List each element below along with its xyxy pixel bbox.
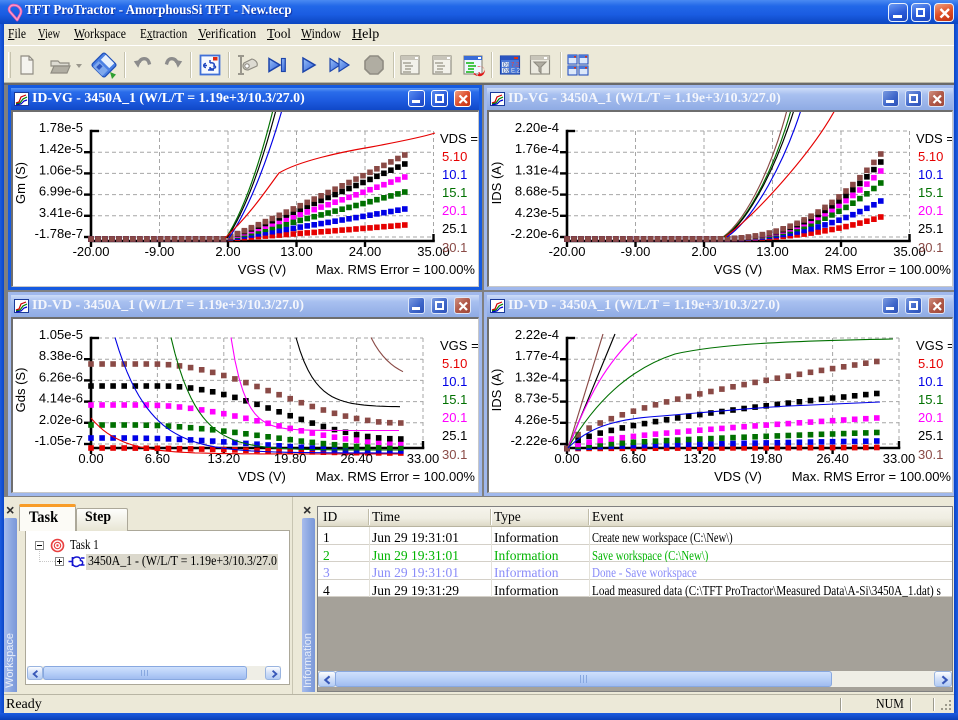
svg-text:8.68e-5: 8.68e-5 bbox=[515, 184, 559, 199]
svg-text:4.14e-6: 4.14e-6 bbox=[39, 391, 83, 406]
svg-text:VDS =: VDS = bbox=[440, 131, 478, 146]
svg-text:-20.00: -20.00 bbox=[549, 244, 586, 259]
svg-text:5.10: 5.10 bbox=[442, 149, 467, 164]
svg-text:Max. RMS Error = 100.00%: Max. RMS Error = 100.00% bbox=[316, 262, 476, 277]
svg-text:1.05e-5: 1.05e-5 bbox=[39, 327, 83, 342]
svg-text:19.80: 19.80 bbox=[274, 451, 307, 466]
svg-text:-1.05e-7: -1.05e-7 bbox=[35, 433, 83, 448]
svg-text:VGS =: VGS = bbox=[916, 338, 953, 353]
svg-text:15.1: 15.1 bbox=[442, 392, 467, 407]
svg-text:1.31e-4: 1.31e-4 bbox=[515, 162, 559, 177]
svg-text:VGS =: VGS = bbox=[440, 338, 479, 353]
svg-text:-2.20e-6: -2.20e-6 bbox=[511, 226, 559, 241]
svg-text:33.00: 33.00 bbox=[883, 451, 916, 466]
svg-text:5.10: 5.10 bbox=[918, 149, 943, 164]
svg-text:13.00: 13.00 bbox=[280, 244, 313, 259]
svg-text:13.20: 13.20 bbox=[684, 451, 717, 466]
svg-text:25.1: 25.1 bbox=[918, 221, 943, 236]
svg-text:33.00: 33.00 bbox=[407, 451, 440, 466]
svg-text:VDS =: VDS = bbox=[916, 131, 953, 146]
svg-text:2.00: 2.00 bbox=[691, 244, 716, 259]
svg-text:2.22e-4: 2.22e-4 bbox=[515, 327, 559, 342]
svg-text:26.40: 26.40 bbox=[340, 451, 373, 466]
svg-text:4.23e-5: 4.23e-5 bbox=[515, 205, 559, 220]
svg-text:19.80: 19.80 bbox=[750, 451, 783, 466]
svg-text:Gm (S): Gm (S) bbox=[13, 162, 28, 204]
svg-text:1.76e-4: 1.76e-4 bbox=[515, 141, 559, 156]
svg-text:0.00: 0.00 bbox=[554, 451, 579, 466]
svg-text:30.1: 30.1 bbox=[442, 447, 467, 462]
svg-text:E.2: E.2 bbox=[511, 69, 521, 75]
svg-text:24.00: 24.00 bbox=[825, 244, 858, 259]
svg-text:1.78e-5: 1.78e-5 bbox=[39, 120, 83, 135]
svg-text:VGS (V): VGS (V) bbox=[714, 262, 762, 277]
svg-text:15.1: 15.1 bbox=[442, 185, 467, 200]
svg-text:10.1: 10.1 bbox=[918, 374, 943, 389]
svg-text:8.38e-6: 8.38e-6 bbox=[39, 348, 83, 363]
svg-text:IDS (A): IDS (A) bbox=[489, 369, 504, 412]
svg-text:2.00: 2.00 bbox=[215, 244, 240, 259]
svg-text:25.1: 25.1 bbox=[918, 428, 943, 443]
svg-text:30.1: 30.1 bbox=[918, 447, 943, 462]
svg-text:Max. RMS Error = 100.00%: Max. RMS Error = 100.00% bbox=[792, 469, 952, 484]
svg-text:VDS (V): VDS (V) bbox=[238, 469, 286, 484]
svg-text:13.20: 13.20 bbox=[208, 451, 241, 466]
svg-text:30.1: 30.1 bbox=[442, 240, 467, 255]
svg-text:-9.00: -9.00 bbox=[621, 244, 651, 259]
svg-text:20.1: 20.1 bbox=[442, 203, 467, 218]
svg-text:5.10: 5.10 bbox=[918, 356, 943, 371]
svg-text:D2: D2 bbox=[503, 69, 510, 75]
svg-text:6.99e-6: 6.99e-6 bbox=[39, 184, 83, 199]
svg-text:Max. RMS Error = 100.00%: Max. RMS Error = 100.00% bbox=[792, 262, 952, 277]
svg-text:25.1: 25.1 bbox=[442, 428, 467, 443]
svg-text:20.1: 20.1 bbox=[918, 410, 943, 425]
svg-text:6.60: 6.60 bbox=[145, 451, 170, 466]
svg-text:-9.00: -9.00 bbox=[145, 244, 175, 259]
svg-text:6.60: 6.60 bbox=[621, 451, 646, 466]
svg-text:Gds (S): Gds (S) bbox=[13, 368, 28, 413]
svg-text:13.00: 13.00 bbox=[756, 244, 789, 259]
svg-text:10.1: 10.1 bbox=[918, 167, 943, 182]
svg-text:IDS (A): IDS (A) bbox=[489, 162, 504, 205]
svg-text:0.00: 0.00 bbox=[78, 451, 103, 466]
svg-text:1.77e-4: 1.77e-4 bbox=[515, 348, 559, 363]
svg-text:-20.00: -20.00 bbox=[73, 244, 110, 259]
svg-text:26.40: 26.40 bbox=[816, 451, 849, 466]
svg-text:15.1: 15.1 bbox=[918, 185, 943, 200]
svg-text:10.1: 10.1 bbox=[442, 374, 467, 389]
svg-text:1.06e-5: 1.06e-5 bbox=[39, 162, 83, 177]
svg-text:4.26e-5: 4.26e-5 bbox=[515, 412, 559, 427]
svg-text:20.1: 20.1 bbox=[442, 410, 467, 425]
svg-text:30.1: 30.1 bbox=[918, 240, 943, 255]
svg-text:1.32e-4: 1.32e-4 bbox=[515, 369, 559, 384]
svg-text:-1.78e-7: -1.78e-7 bbox=[35, 226, 83, 241]
svg-text:3.41e-6: 3.41e-6 bbox=[39, 205, 83, 220]
svg-text:VDS (V): VDS (V) bbox=[714, 469, 762, 484]
svg-text:10.1: 10.1 bbox=[442, 167, 467, 182]
svg-text:2.20e-4: 2.20e-4 bbox=[515, 120, 559, 135]
svg-text:15.1: 15.1 bbox=[918, 392, 943, 407]
svg-text:-2.22e-6: -2.22e-6 bbox=[511, 433, 559, 448]
svg-text:2.02e-6: 2.02e-6 bbox=[39, 412, 83, 427]
svg-text:6.26e-6: 6.26e-6 bbox=[39, 369, 83, 384]
svg-text:Max. RMS Error = 100.00%: Max. RMS Error = 100.00% bbox=[316, 469, 476, 484]
svg-text:25.1: 25.1 bbox=[442, 221, 467, 236]
svg-text:24.00: 24.00 bbox=[349, 244, 382, 259]
svg-text:8.73e-5: 8.73e-5 bbox=[515, 391, 559, 406]
svg-text:5.10: 5.10 bbox=[442, 356, 467, 371]
svg-text:1.42e-5: 1.42e-5 bbox=[39, 141, 83, 156]
svg-text:VGS (V): VGS (V) bbox=[238, 262, 286, 277]
svg-text:20.1: 20.1 bbox=[918, 203, 943, 218]
